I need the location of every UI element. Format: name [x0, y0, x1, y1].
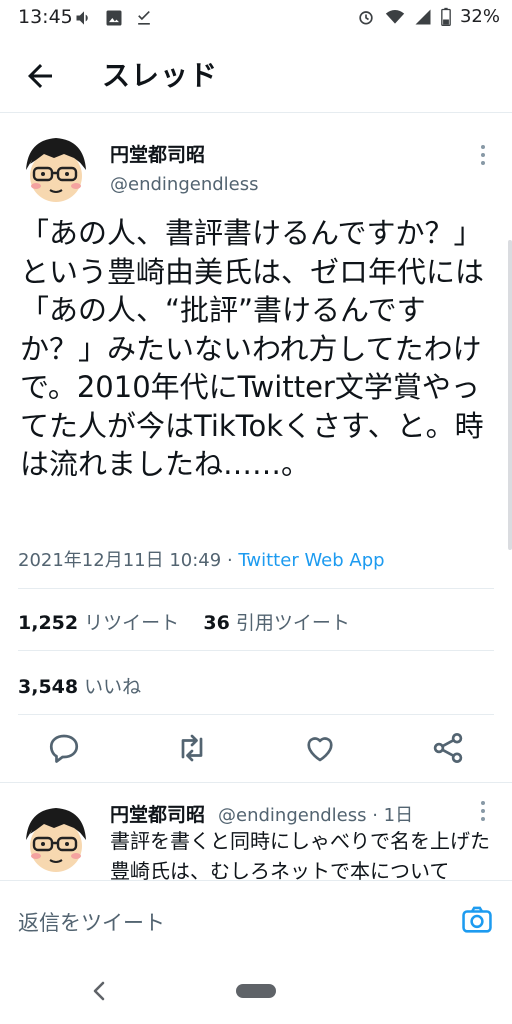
like-stats[interactable]: 3,548 いいね [18, 672, 141, 699]
share-icon[interactable] [430, 730, 466, 766]
retweets-label: リツイート [84, 612, 180, 634]
author-handle[interactable]: @endingendless [110, 174, 258, 195]
retweet-stats: 1,252 リツイート 36 引用ツイート [18, 608, 350, 635]
likes-label: いいね [84, 676, 142, 698]
reply-icon[interactable] [46, 730, 82, 766]
scrollbar[interactable] [508, 240, 512, 550]
like-icon[interactable] [302, 730, 338, 766]
divider [18, 650, 494, 651]
avatar[interactable] [18, 130, 94, 206]
quotes-label: 引用ツイート [235, 612, 350, 634]
app-header: スレッド [0, 40, 512, 113]
avatar-illustration [18, 130, 94, 206]
quotes-link[interactable]: 36 引用ツイート [203, 612, 350, 634]
reply-more-options-icon[interactable] [478, 800, 488, 822]
reply-input-placeholder[interactable]: 返信をツイート [18, 907, 165, 937]
tweet-source-link[interactable]: Twitter Web App [238, 550, 384, 571]
likes-count: 3,548 [18, 676, 79, 698]
quotes-count: 36 [203, 612, 230, 634]
more-options-icon[interactable] [478, 144, 488, 166]
divider [18, 714, 494, 715]
camera-icon[interactable] [460, 903, 494, 937]
reply-meta: @endingendless · 1日 [218, 805, 414, 826]
reply-avatar[interactable] [18, 800, 94, 876]
retweets-count: 1,252 [18, 612, 79, 634]
nav-back-icon[interactable] [88, 978, 110, 1004]
system-nav-bar [0, 960, 512, 1024]
avatar-illustration [18, 800, 94, 876]
tweet-text: 「あの人、書評書けるんですか？」という豊崎由美氏は、ゼロ年代には「あの人、“批評… [20, 216, 485, 481]
reply-compose-bar[interactable]: 返信をツイート [0, 880, 512, 961]
battery-icon [441, 7, 451, 26]
tweet-meta: 2021年12月11日 10:49 · Twitter Web App [18, 546, 385, 572]
retweet-icon[interactable] [174, 730, 210, 766]
wifi-icon [385, 9, 405, 24]
image-icon [106, 10, 122, 26]
divider [0, 782, 512, 783]
author-name[interactable]: 円堂都司昭 [110, 140, 205, 167]
alarm-icon [359, 10, 373, 25]
status-time: 13:45 [18, 6, 73, 28]
meta-separator: · [221, 550, 239, 571]
tweet-timestamp: 2021年12月11日 10:49 [18, 550, 222, 571]
retweets-link[interactable]: 1,252 リツイート [18, 612, 179, 634]
status-system-icons: 32% [356, 6, 500, 27]
divider [18, 588, 494, 589]
page-title: スレッド [102, 59, 219, 92]
volume-icon [76, 11, 88, 25]
status-notification-icons [74, 8, 154, 28]
status-bar: 13:45 32% [0, 0, 512, 36]
reply-author-name[interactable]: 円堂都司昭 [110, 800, 205, 827]
signal-icon [415, 9, 431, 24]
reply-text: 書評を書くと同時にしゃべりで名を上げた豊崎氏は、むしろネットで本について [110, 829, 490, 883]
download-done-icon [138, 11, 150, 25]
battery-percent: 32% [459, 6, 500, 27]
back-arrow-icon[interactable] [22, 58, 58, 94]
nav-home-pill[interactable] [236, 984, 276, 998]
